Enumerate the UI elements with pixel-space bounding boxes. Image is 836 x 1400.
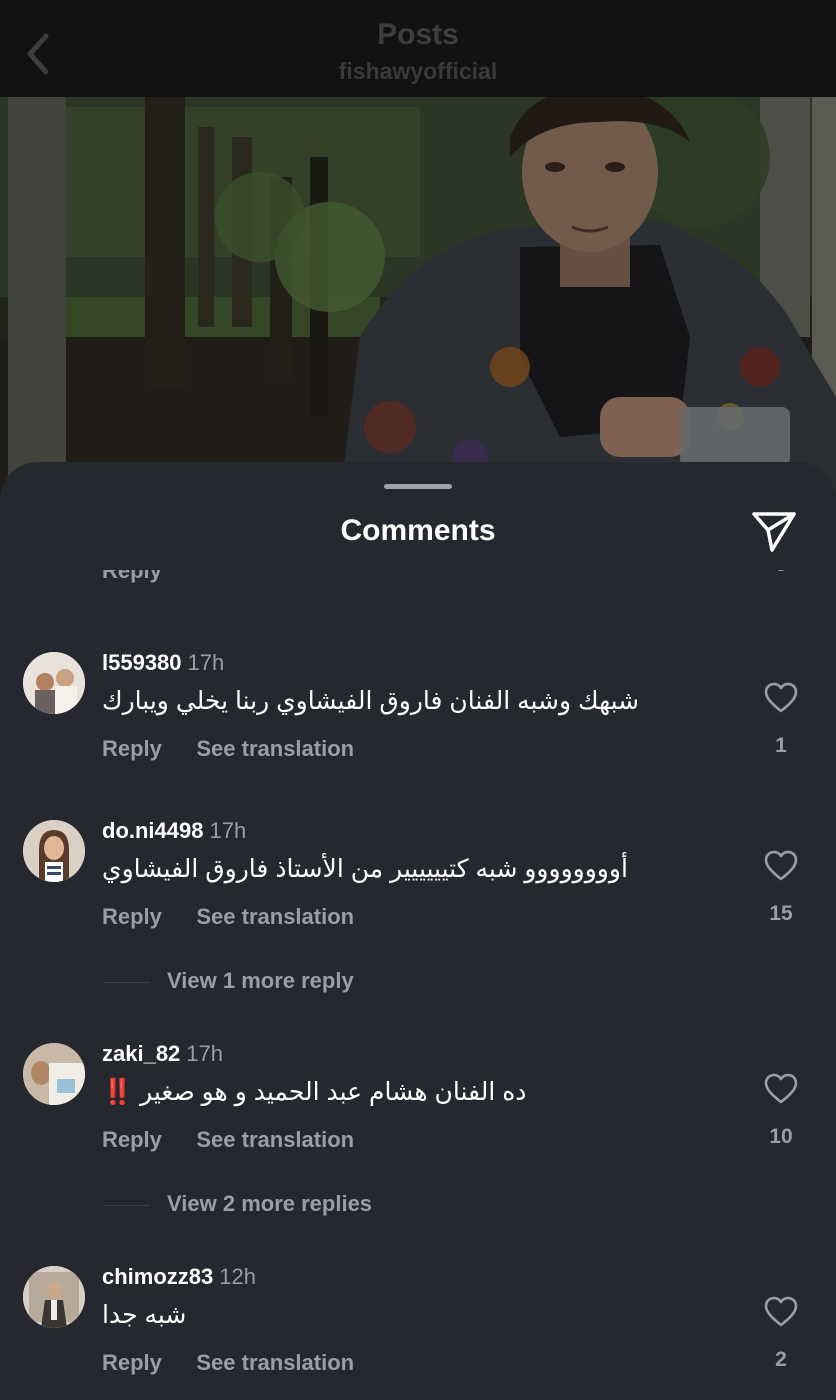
- like-count: 15: [769, 902, 793, 925]
- comment-item: l559380 17h شبهك وشبه الفنان فاروق الفيشا…: [0, 650, 836, 772]
- reply-button[interactable]: Reply: [102, 1127, 162, 1152]
- comment-time: 12h: [219, 1264, 256, 1289]
- comment-username[interactable]: do.ni4498: [102, 818, 203, 843]
- top-bar: Posts fishawyofficial: [0, 0, 836, 97]
- view-more-replies-button[interactable]: View 1 more reply: [104, 968, 504, 998]
- like-button[interactable]: [764, 682, 798, 714]
- comment-username[interactable]: zaki_82: [102, 1041, 180, 1066]
- page-title: Posts: [377, 18, 459, 51]
- comment-header: zaki_82 17h: [102, 1041, 223, 1067]
- drag-handle[interactable]: [384, 484, 452, 489]
- see-translation-button[interactable]: See translation: [196, 1350, 354, 1375]
- comments-sheet: Comments Reply 3: [0, 462, 836, 1400]
- avatar[interactable]: [23, 1043, 85, 1105]
- like-button[interactable]: [764, 1073, 798, 1105]
- divider: [104, 1205, 150, 1206]
- share-button[interactable]: [750, 510, 798, 554]
- divider: [104, 982, 150, 983]
- heart-outline-icon: [764, 850, 798, 881]
- comment-time: 17h: [209, 818, 247, 843]
- comment-username[interactable]: chimozz83: [102, 1264, 213, 1289]
- avatar[interactable]: [23, 1266, 85, 1328]
- like-button[interactable]: [764, 1296, 798, 1328]
- sheet-title: Comments: [340, 514, 496, 547]
- comment-header: l559380 17h: [102, 650, 224, 676]
- reply-button[interactable]: Reply: [102, 904, 162, 929]
- comment-item: zaki_82 17h ده الفنان هشام عبد الحميد و ه…: [0, 1041, 836, 1163]
- comment-actions: Reply See translation: [102, 1350, 384, 1376]
- paper-plane-icon: [752, 512, 796, 552]
- reply-button[interactable]: Reply: [102, 570, 162, 584]
- account-username[interactable]: fishawyofficial: [0, 58, 836, 85]
- view-more-replies-label: View 2 more replies: [167, 1191, 373, 1216]
- heart-outline-icon: [764, 1073, 798, 1104]
- comment-header: do.ni4498 17h: [102, 818, 246, 844]
- like-count: 1: [775, 734, 787, 757]
- comment-text: أوووووووو شبه كتيييييير من الأستاذ فاروق…: [102, 855, 628, 883]
- comment-actions: Reply See translation: [102, 736, 384, 762]
- like-count: 2: [775, 1348, 787, 1371]
- view-more-replies-button[interactable]: View 2 more replies: [104, 1191, 504, 1221]
- comment-item: do.ni4498 17h أوووووووو شبه كتيييييير من …: [0, 818, 836, 940]
- view-more-replies-label: View 1 more reply: [167, 968, 354, 993]
- like-count: 3: [768, 570, 794, 577]
- comment-username[interactable]: l559380: [102, 650, 182, 675]
- avatar[interactable]: [23, 652, 85, 714]
- comment-time: 17h: [186, 1041, 224, 1066]
- like-count: 10: [769, 1125, 793, 1148]
- comment-header: chimozz83 12h: [102, 1264, 256, 1290]
- heart-outline-icon: [764, 1296, 798, 1327]
- comments-list[interactable]: Reply 3 l55938017h شبهك وشبه: [0, 570, 836, 1400]
- heart-outline-icon: [764, 682, 798, 713]
- reply-button[interactable]: Reply: [102, 736, 162, 761]
- list-item-partial: Reply 3: [0, 570, 836, 598]
- reply-button[interactable]: Reply: [102, 1350, 162, 1375]
- comment-item: chimozz83 12h شبه جدا Reply See translati…: [0, 1264, 836, 1386]
- like-button[interactable]: [764, 850, 798, 882]
- comment-time: 17h: [187, 650, 225, 675]
- avatar[interactable]: [23, 820, 85, 882]
- see-translation-button[interactable]: See translation: [196, 736, 354, 761]
- comment-text: شبهك وشبه الفنان فاروق الفيشاوي ربنا يخل…: [102, 687, 640, 715]
- see-translation-button[interactable]: See translation: [196, 1127, 354, 1152]
- comment-text: ده الفنان هشام عبد الحميد و هو صغير ‼️: [102, 1078, 527, 1106]
- post-photo: [0, 97, 836, 497]
- app-screen: Posts fishawyofficial Comments Reply l55…: [0, 0, 836, 1400]
- comment-text: شبه جدا: [102, 1301, 187, 1329]
- comment-actions: Reply See translation: [102, 1127, 384, 1153]
- comment-actions: Reply See translation: [102, 904, 384, 930]
- see-translation-button[interactable]: See translation: [196, 904, 354, 929]
